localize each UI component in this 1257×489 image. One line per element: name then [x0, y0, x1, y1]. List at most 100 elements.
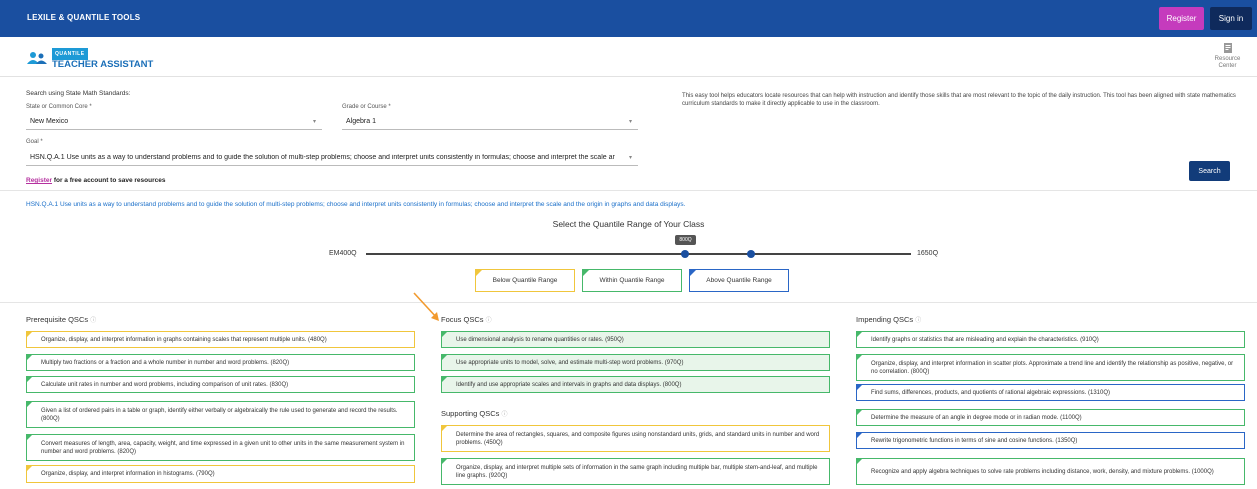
goal-select[interactable]: HSN.Q.A.1 Use units as a way to understa…: [26, 150, 638, 166]
chevron-down-icon: ▾: [628, 119, 632, 125]
site-title[interactable]: LEXILE & QUANTILE TOOLS: [27, 13, 140, 22]
qsc-card-text: Multiply two fractions or a fraction and…: [41, 359, 290, 366]
qsc-card-text: Organize, display, and interpret informa…: [871, 360, 1234, 375]
focus-qsc-card[interactable]: Use appropriate units to model, solve, a…: [441, 354, 830, 371]
sign-in-button[interactable]: Sign in: [1210, 7, 1252, 30]
info-icon[interactable]: ⓘ: [486, 318, 492, 324]
register-prompt: Register for a free account to save reso…: [26, 177, 165, 184]
qsc-card-text: Organize, display, and interpret multipl…: [456, 464, 818, 479]
logo-name: TEACHER ASSISTANT: [52, 59, 154, 70]
qsc-card-text: Organize, display, and interpret informa…: [41, 336, 327, 343]
qsc-card-text: Identify graphs or statistics that are m…: [871, 336, 1099, 343]
resource-center-label-2: Center: [1218, 63, 1237, 69]
resource-center-button[interactable]: Resource Center: [1205, 42, 1250, 70]
legend-above: Above Quantile Range: [689, 269, 789, 292]
flag-icon: [26, 465, 33, 472]
search-button[interactable]: Search: [1189, 161, 1230, 181]
prerequisite-qsc-card[interactable]: Calculate unit rates in number and word …: [26, 376, 415, 393]
flag-icon: [583, 270, 589, 276]
prerequisite-heading: Prerequisite QSCs ⓘ: [26, 315, 96, 324]
qsc-card-text: Determine the area of rectangles, square…: [456, 431, 820, 446]
register-button[interactable]: Register: [1159, 7, 1204, 30]
range-min-label: EM400Q: [329, 250, 357, 257]
impending-qsc-card[interactable]: Find sums, differences, products, and qu…: [856, 384, 1245, 401]
supporting-qsc-card[interactable]: Determine the area of rectangles, square…: [441, 425, 830, 452]
focus-qsc-card[interactable]: Use dimensional analysis to rename quant…: [441, 331, 830, 348]
impending-heading: Impending QSCs ⓘ: [856, 315, 921, 324]
slider-handle-high[interactable]: [747, 250, 756, 258]
slider-tooltip: 800Q: [675, 235, 697, 245]
qsc-card-text: Calculate unit rates in number and word …: [41, 381, 289, 388]
flag-icon: [26, 354, 33, 361]
flag-icon: [26, 434, 33, 441]
flag-icon: [26, 331, 33, 338]
slider-handle-low[interactable]: [681, 250, 690, 258]
prerequisite-qsc-card[interactable]: Given a list of ordered pairs in a table…: [26, 401, 415, 428]
qsc-card-text: Convert measures of length, area, capaci…: [41, 440, 405, 455]
flag-icon: [856, 354, 863, 361]
prerequisite-qsc-card[interactable]: Convert measures of length, area, capaci…: [26, 434, 415, 461]
flag-icon: [856, 432, 863, 439]
flag-icon: [441, 425, 448, 432]
qsc-card-text: Determine the measure of an angle in deg…: [871, 414, 1082, 421]
legend-above-label: Above Quantile Range: [706, 277, 772, 284]
qsc-card-text: Recognize and apply algebra techniques t…: [871, 468, 1214, 475]
register-link[interactable]: Register: [26, 177, 52, 184]
flag-icon: [26, 401, 33, 408]
top-navigation-bar: LEXILE & QUANTILE TOOLS: [0, 0, 1257, 37]
supporting-heading: Supporting QSCs ⓘ: [441, 409, 507, 418]
quantile-range-slider[interactable]: [366, 253, 911, 255]
impending-qsc-card[interactable]: Determine the measure of an angle in deg…: [856, 409, 1245, 426]
selected-goal-link[interactable]: HSN.Q.A.1 Use units as a way to understa…: [26, 201, 685, 208]
app-header: QUANTILE TEACHER ASSISTANT Resource Cent…: [0, 37, 1257, 77]
prerequisite-qsc-card[interactable]: Organize, display, and interpret informa…: [26, 331, 415, 348]
register-prompt-text: for a free account to save resources: [53, 177, 166, 184]
focus-heading: Focus QSCs ⓘ: [441, 315, 492, 324]
chevron-down-icon: ▾: [628, 155, 632, 161]
legend-below: Below Quantile Range: [475, 269, 575, 292]
chevron-down-icon: ▾: [312, 119, 316, 125]
teacher-assistant-logo[interactable]: QUANTILE TEACHER ASSISTANT: [26, 46, 153, 70]
flag-icon: [856, 409, 863, 416]
info-icon[interactable]: ⓘ: [501, 412, 507, 418]
qsc-card-text: Rewrite trigonometric functions in terms…: [871, 437, 1078, 444]
legend-within: Within Quantile Range: [582, 269, 682, 292]
qsc-card-text: Use dimensional analysis to rename quant…: [456, 336, 624, 343]
grade-value: Algebra 1: [346, 118, 376, 125]
legend-within-label: Within Quantile Range: [599, 277, 665, 284]
prerequisite-qsc-card[interactable]: Multiply two fractions or a fraction and…: [26, 354, 415, 371]
goal-label: Goal *: [26, 139, 43, 145]
impending-qsc-card[interactable]: Rewrite trigonometric functions in terms…: [856, 432, 1245, 449]
info-icon[interactable]: ⓘ: [90, 318, 96, 324]
supporting-qsc-card[interactable]: Organize, display, and interpret multipl…: [441, 458, 830, 485]
range-title: Select the Quantile Range of Your Class: [552, 219, 705, 229]
impending-heading-text: Impending QSCs: [856, 315, 914, 324]
qsc-card-text: Given a list of ordered pairs in a table…: [41, 407, 398, 422]
tool-description: This easy tool helps educators locate re…: [682, 93, 1236, 107]
prerequisite-qsc-card[interactable]: Organize, display, and interpret informa…: [26, 465, 415, 483]
flag-icon: [856, 331, 863, 338]
range-max-label: 1650Q: [917, 250, 939, 257]
state-label: State or Common Core *: [26, 104, 92, 110]
focus-qsc-card[interactable]: Identify and use appropriate scales and …: [441, 376, 830, 393]
qsc-card-text: Identify and use appropriate scales and …: [456, 381, 682, 388]
grade-select[interactable]: Algebra 1 ▾: [342, 114, 638, 130]
legend-below-label: Below Quantile Range: [492, 277, 558, 284]
state-select[interactable]: New Mexico ▾: [26, 114, 322, 130]
info-icon[interactable]: ⓘ: [915, 318, 921, 324]
impending-qsc-card[interactable]: Organize, display, and interpret informa…: [856, 354, 1245, 381]
impending-qsc-card[interactable]: Identify graphs or statistics that are m…: [856, 331, 1245, 348]
resource-center-icon: [1223, 43, 1232, 53]
flag-icon: [856, 458, 863, 465]
flag-icon: [476, 270, 482, 276]
flag-icon: [856, 384, 863, 391]
annotation-arrow-icon: [413, 292, 439, 321]
people-logo-icon: [27, 52, 47, 64]
flag-icon: [441, 354, 448, 361]
supporting-heading-text: Supporting QSCs: [441, 409, 500, 418]
state-value: New Mexico: [30, 118, 69, 125]
flag-icon: [441, 331, 448, 338]
flag-icon: [690, 270, 696, 276]
qsc-card-text: Use appropriate units to model, solve, a…: [456, 359, 684, 366]
impending-qsc-card[interactable]: Recognize and apply algebra techniques t…: [856, 458, 1245, 485]
